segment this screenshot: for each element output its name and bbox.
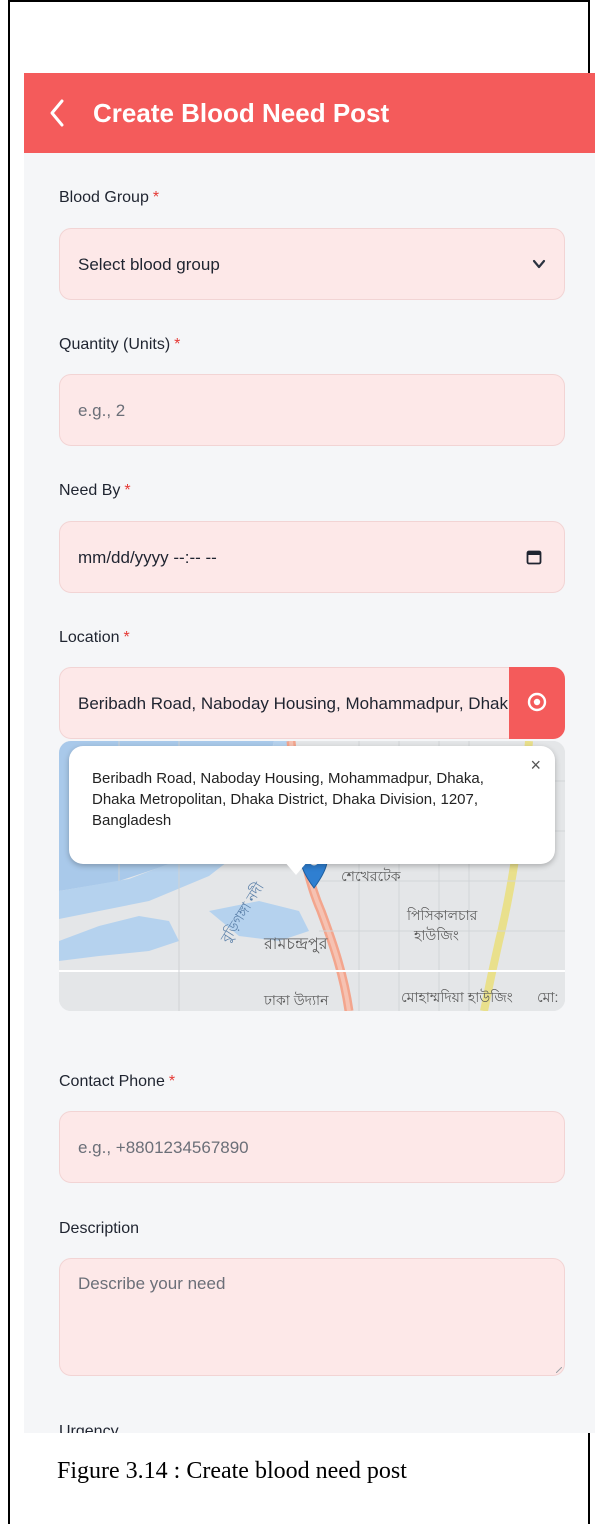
quantity-placeholder: e.g., 2: [78, 401, 126, 420]
contact-phone-placeholder: e.g., +8801234567890: [78, 1138, 249, 1157]
popup-address-text: Beribadh Road, Naboday Housing, Mohammad…: [92, 770, 484, 829]
required-mark: *: [123, 629, 130, 646]
need-by-datetime-input[interactable]: mm/dd/yyyy --:-- --: [59, 521, 565, 593]
map-label: রামচন্দ্রপুর: [264, 936, 328, 953]
description-label: Description: [59, 1220, 139, 1238]
map-label: মো:: [537, 989, 559, 1005]
map-label: শেখেরটেক: [341, 868, 401, 884]
need-by-placeholder: mm/dd/yyyy --:-- --: [78, 548, 217, 567]
description-label-text: Description: [59, 1220, 140, 1237]
location-label: Location *: [59, 629, 130, 647]
calendar-icon[interactable]: [526, 549, 542, 565]
required-mark: *: [174, 336, 181, 353]
map-label: হাউজিং: [414, 927, 459, 943]
document-border-top: [8, 0, 590, 2]
contact-phone-label-text: Contact Phone: [59, 1073, 165, 1090]
location-target-icon: [527, 692, 547, 712]
figure-caption: Figure 3.14 : Create blood need post: [57, 1458, 407, 1484]
resize-handle-icon[interactable]: [556, 1367, 562, 1373]
description-placeholder: Describe your need: [78, 1274, 226, 1293]
blood-group-label: Blood Group *: [59, 189, 159, 207]
location-value: Beribadh Road, Naboday Housing, Mohammad…: [78, 694, 508, 713]
blood-group-select[interactable]: Select blood group: [59, 228, 565, 300]
map-label: ঢাকা উদ্যান: [264, 992, 329, 1008]
close-icon[interactable]: ×: [530, 756, 541, 774]
chevron-down-icon: [532, 259, 546, 269]
map-address-popup: Beribadh Road, Naboday Housing, Mohammad…: [69, 746, 555, 875]
blood-group-label-text: Blood Group: [59, 189, 149, 206]
location-label-text: Location: [59, 629, 120, 646]
urgency-label: Urgency: [59, 1423, 119, 1433]
chevron-left-icon[interactable]: [46, 97, 68, 129]
need-by-label: Need By *: [59, 482, 131, 500]
blood-group-selected-value: Select blood group: [78, 255, 220, 274]
use-current-location-button[interactable]: [509, 667, 565, 739]
location-input[interactable]: Beribadh Road, Naboday Housing, Mohammad…: [59, 667, 565, 739]
page-title: Create Blood Need Post: [93, 98, 390, 128]
quantity-label: Quantity (Units) *: [59, 336, 180, 354]
description-textarea[interactable]: Describe your need: [59, 1258, 565, 1376]
required-mark: *: [124, 482, 131, 499]
contact-phone-label: Contact Phone *: [59, 1073, 175, 1091]
need-by-label-text: Need By: [59, 482, 121, 499]
map-label: মোহাম্মদিয়া হাউজিং: [401, 989, 513, 1005]
quantity-label-text: Quantity (Units): [59, 336, 171, 353]
quantity-input[interactable]: e.g., 2: [59, 374, 565, 446]
popup-tail: [284, 861, 308, 875]
contact-phone-input[interactable]: e.g., +8801234567890: [59, 1111, 565, 1183]
app-screen: Create Blood Need Post Blood Group * Sele…: [24, 73, 595, 1433]
document-border-left: [8, 0, 10, 1524]
required-mark: *: [152, 189, 160, 206]
urgency-label-text: Urgency: [59, 1423, 119, 1433]
app-bar: Create Blood Need Post: [24, 73, 595, 153]
required-mark: *: [168, 1073, 176, 1090]
